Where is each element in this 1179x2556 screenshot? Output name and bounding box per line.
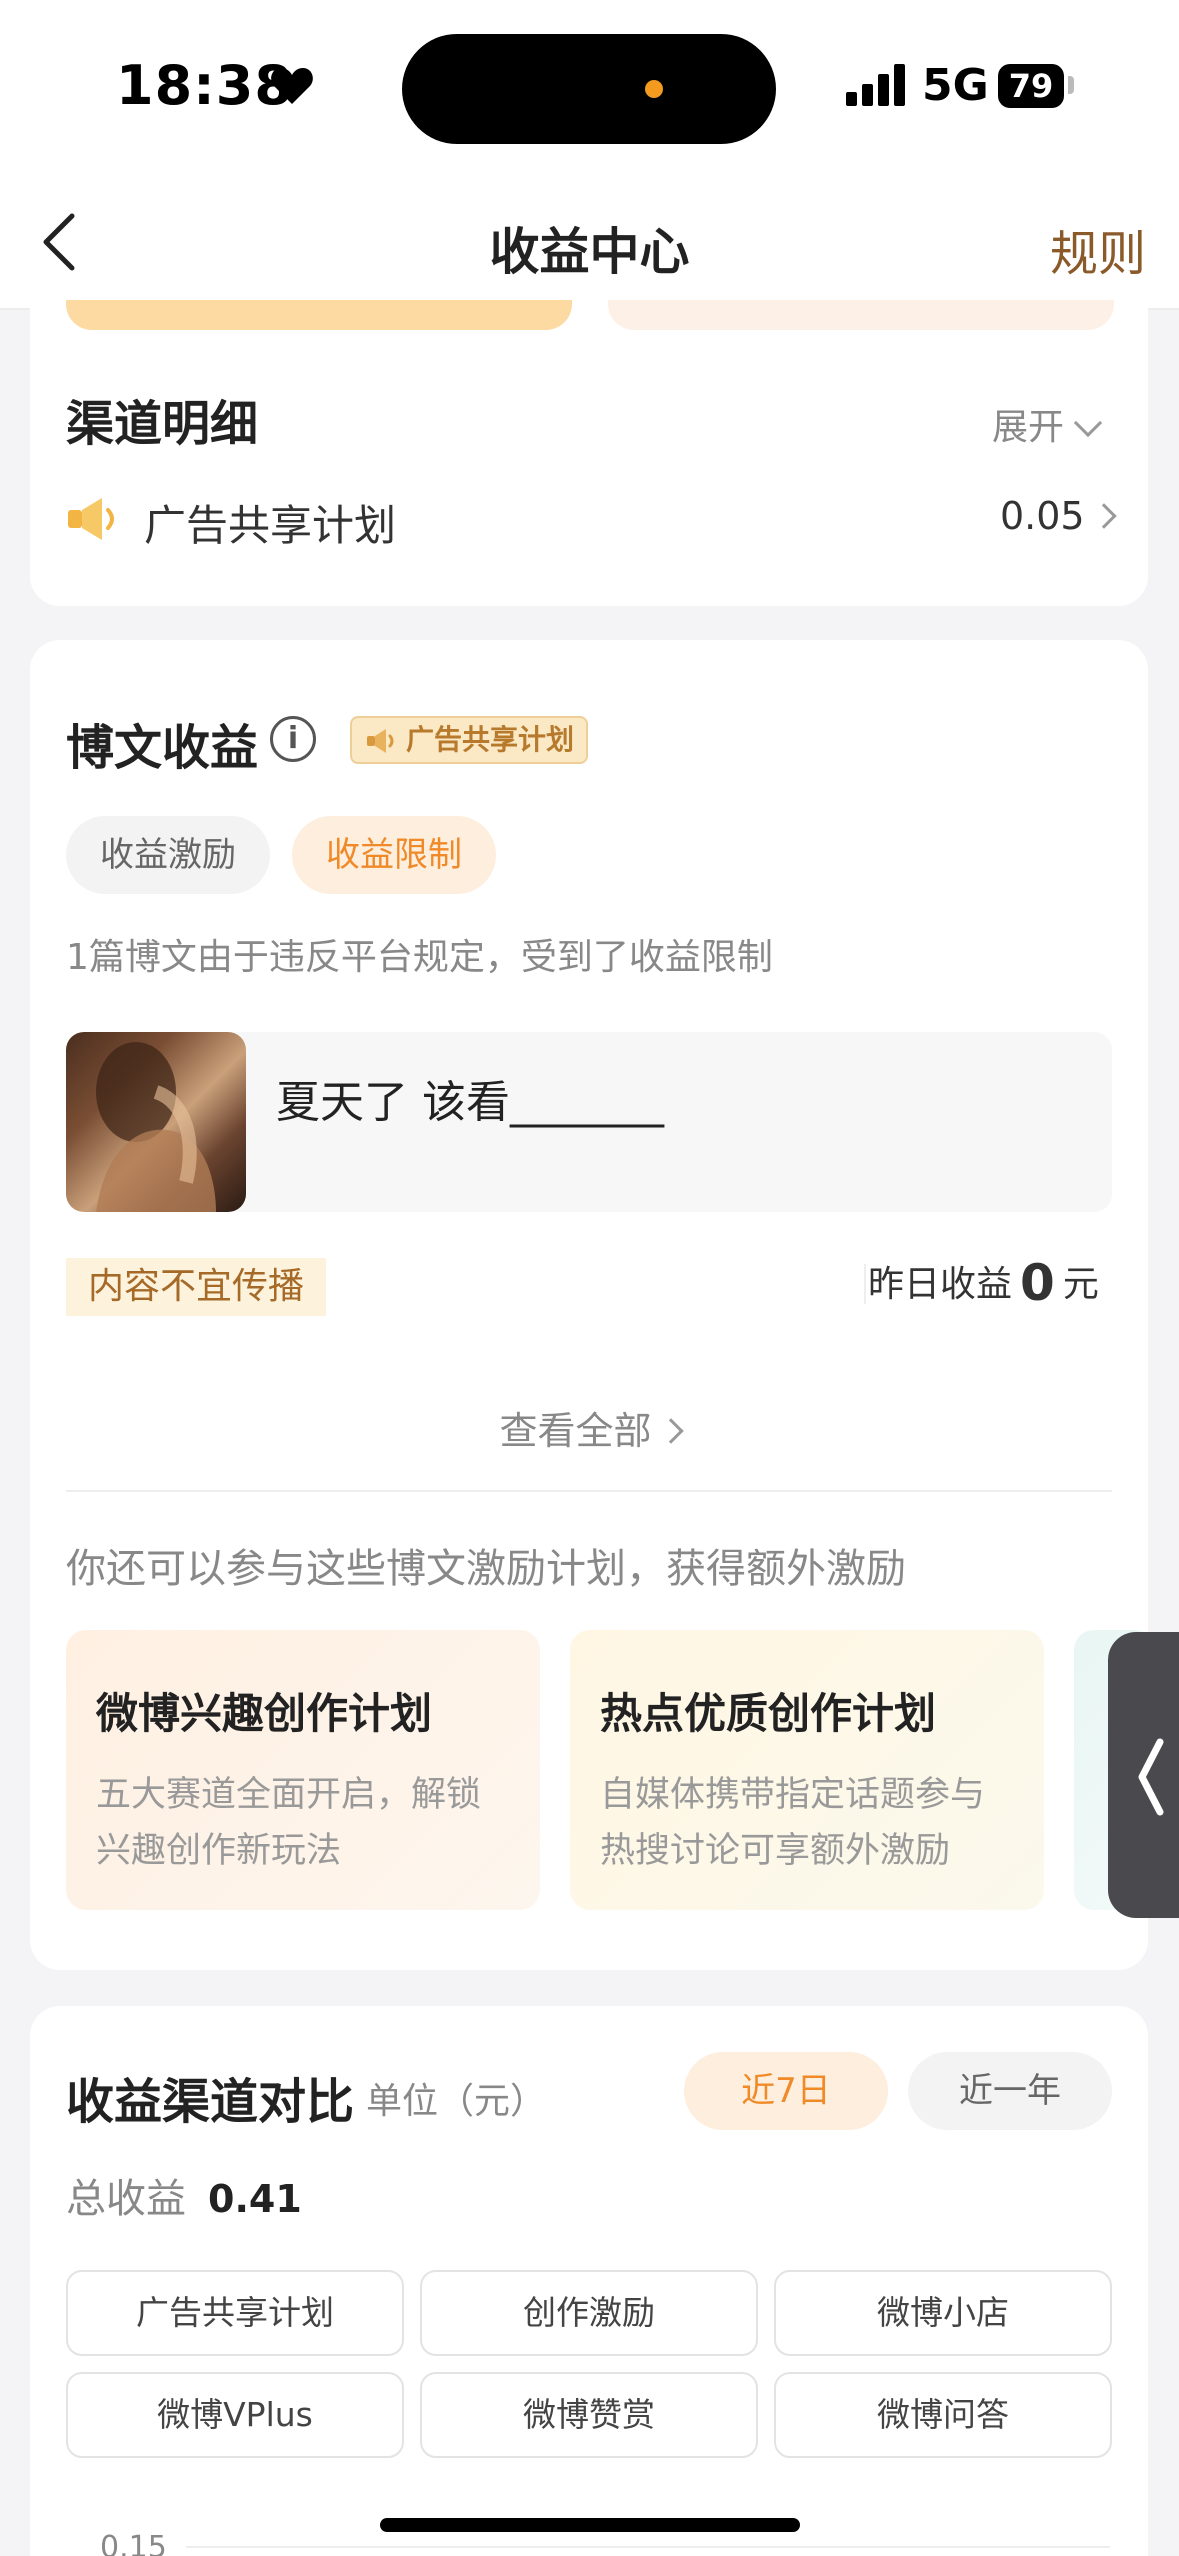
channel-chip[interactable]: 微博VPlus (66, 2372, 404, 2458)
channel-item-label[interactable]: 广告共享计划 (144, 492, 396, 553)
post-thumbnail[interactable] (66, 1032, 246, 1212)
promo-card-hot[interactable]: 热点优质创作计划 自媒体携带指定话题参与 热搜讨论可享额外激励 (570, 1630, 1044, 1910)
more-incentives-text: 你还可以参与这些博文激励计划，获得额外激励 (66, 1546, 906, 1592)
expand-button[interactable]: 展开 (992, 398, 1103, 450)
post-income-title: 博文收益 (66, 720, 259, 776)
chevron-right-icon (657, 1418, 684, 1444)
chart-axis-tick: 0.15 (100, 2530, 167, 2556)
ad-share-badge: 广告共享计划 (350, 716, 589, 764)
signal-icon (846, 62, 906, 106)
ad-share-badge-label: 广告共享计划 (406, 723, 575, 756)
chevron-right-icon (1090, 503, 1117, 529)
compare-unit: 单位（元） (366, 2081, 547, 2122)
tab-remnant-right (608, 300, 1114, 330)
channel-title: 渠道明细 (66, 396, 259, 452)
warning-tag: 内容不宜传播 (66, 1258, 327, 1316)
view-all-label: 查看全部 (499, 1409, 652, 1453)
yesterday-divider (864, 1264, 866, 1304)
speaker-icon (68, 498, 114, 540)
yesterday-label: 昨日收益 (868, 1264, 1013, 1305)
promo-title: 微博兴趣创作计划 (96, 1689, 433, 1738)
range-7days[interactable]: 近7日 (684, 2052, 888, 2130)
info-icon[interactable]: i (270, 716, 316, 762)
chart-gridline (186, 2546, 1110, 2548)
channel-chip[interactable]: 创作激励 (420, 2270, 758, 2356)
promo-title: 热点优质创作计划 (600, 1689, 937, 1738)
channel-chip[interactable]: 微博小店 (774, 2270, 1112, 2356)
heart-icon (271, 68, 313, 104)
chevron-down-icon (1073, 408, 1103, 438)
post-thumbnail-image (96, 1042, 216, 1212)
post-title[interactable]: 夏天了 该看_______ (276, 1066, 664, 1130)
compare-title: 收益渠道对比 (66, 2074, 355, 2130)
expand-label: 展开 (992, 407, 1065, 448)
rules-link[interactable]: 规则 (1050, 214, 1146, 284)
page-title: 收益中心 (489, 223, 690, 281)
channel-chip[interactable]: 广告共享计划 (66, 2270, 404, 2356)
yesterday-value: 0 (1020, 1254, 1055, 1312)
total-income: 总收益 0.41 (66, 2166, 302, 2224)
channel-item-amount: 0.05 (1000, 494, 1085, 538)
yesterday-income: 昨日收益 0 元 (868, 1254, 1099, 1312)
total-value: 0.41 (208, 2177, 302, 2221)
limit-description: 1篇博文由于违反平台规定，受到了收益限制 (66, 937, 773, 978)
promo-desc: 自媒体携带指定话题参与 (600, 1775, 986, 1815)
channel-item-value[interactable]: 0.05 (1000, 494, 1117, 538)
home-indicator[interactable] (380, 2518, 800, 2532)
tab-remnant-left (66, 300, 572, 330)
network-type: 5G (922, 60, 989, 111)
battery-icon: 79 (998, 64, 1064, 108)
speaker-icon (367, 729, 394, 753)
dynamic-island (402, 34, 776, 144)
tab-income-limit[interactable]: 收益限制 (292, 816, 496, 894)
promo-card-interest[interactable]: 微博兴趣创作计划 五大赛道全面开启，解锁 兴趣创作新玩法 (66, 1630, 540, 1910)
yesterday-unit: 元 (1062, 1264, 1099, 1305)
chevron-left-icon (1138, 1738, 1164, 1816)
recording-dot-icon (645, 80, 663, 98)
channel-chip[interactable]: 微博赞赏 (420, 2372, 758, 2458)
section-divider (66, 1490, 1112, 1492)
battery-tip (1068, 76, 1074, 94)
channel-chip[interactable]: 微博问答 (774, 2372, 1112, 2458)
view-all-link[interactable]: 查看全部 (0, 1400, 1179, 1455)
promo-desc: 五大赛道全面开启，解锁 (96, 1775, 482, 1815)
status-time: 18:38 (116, 54, 293, 117)
tab-income-incentive[interactable]: 收益激励 (66, 816, 270, 894)
promo-desc: 兴趣创作新玩法 (96, 1831, 342, 1871)
total-label: 总收益 (66, 2176, 186, 2222)
range-1year[interactable]: 近一年 (908, 2052, 1112, 2130)
promo-desc: 热搜讨论可享额外激励 (600, 1831, 951, 1871)
